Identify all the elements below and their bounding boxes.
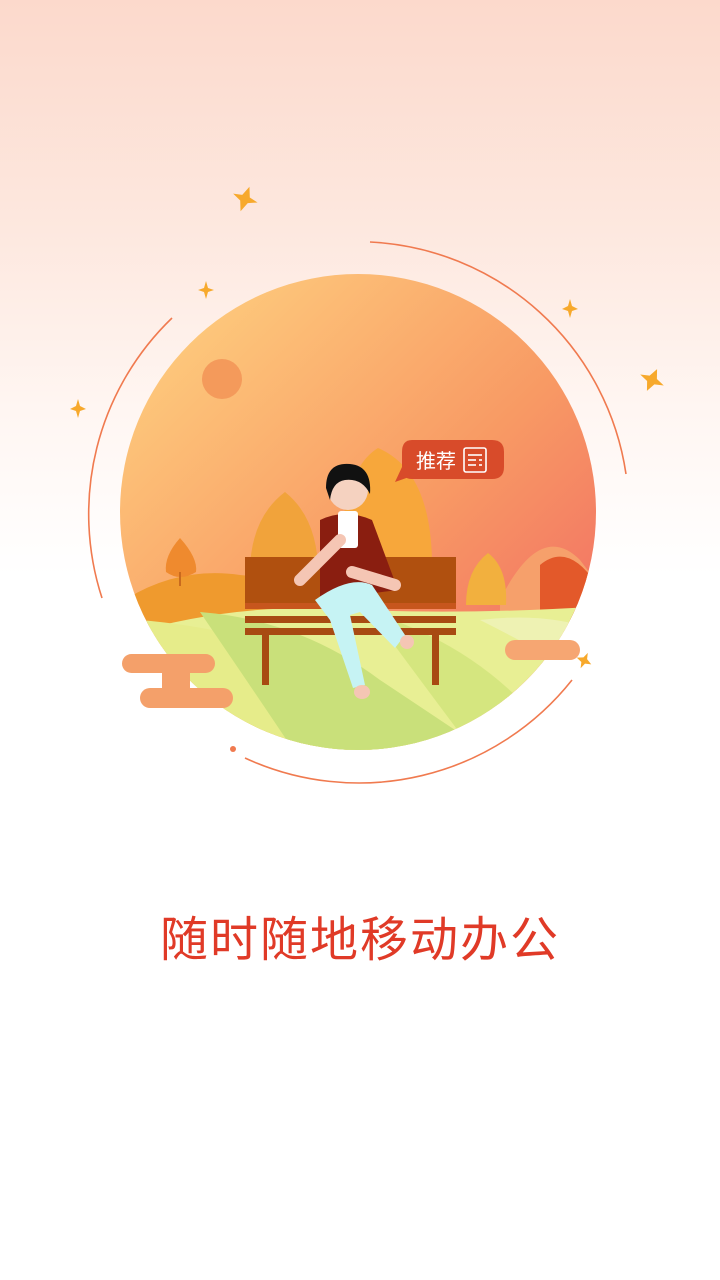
tagline: 随时随地移动办公 bbox=[159, 912, 560, 968]
cloud-right bbox=[505, 640, 580, 660]
sun bbox=[202, 359, 242, 399]
orbit-dot bbox=[230, 746, 236, 752]
badge-label: 推荐 bbox=[416, 449, 456, 473]
recommend-badge: 推荐 bbox=[395, 440, 504, 482]
splash-illustration: 推荐 bbox=[70, 186, 664, 784]
